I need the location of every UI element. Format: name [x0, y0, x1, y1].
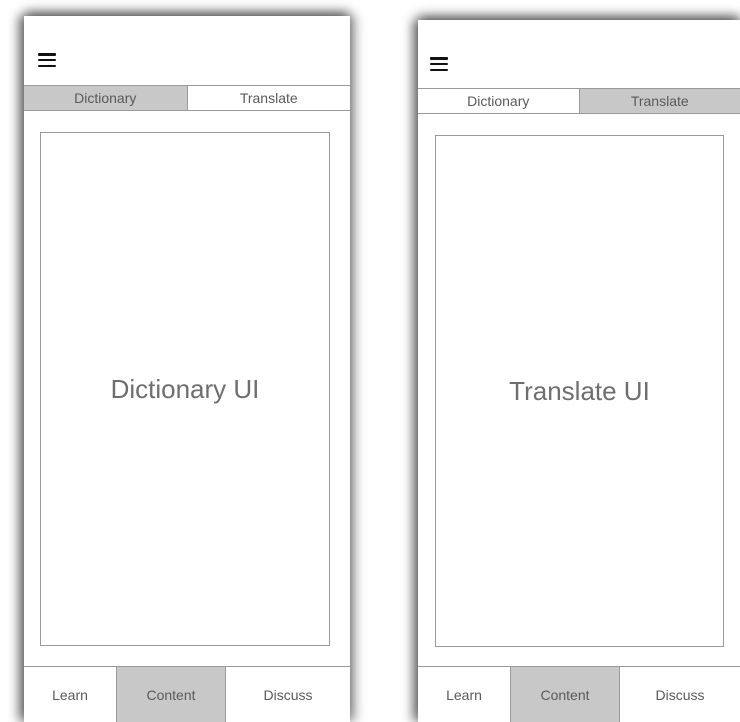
- hamburger-menu-icon[interactable]: [38, 53, 56, 67]
- phone-screen-dictionary: Dictionary Translate Dictionary UI Learn…: [24, 16, 350, 722]
- nav-content[interactable]: Content: [116, 667, 226, 722]
- bottom-nav-bar: Learn Content Discuss: [418, 666, 740, 722]
- nav-discuss[interactable]: Discuss: [620, 667, 740, 722]
- top-tab-bar: Dictionary Translate: [418, 88, 740, 114]
- dictionary-content-area: Dictionary UI: [40, 132, 330, 646]
- nav-content[interactable]: Content: [510, 667, 620, 722]
- tab-dictionary[interactable]: Dictionary: [24, 86, 187, 110]
- bottom-nav-bar: Learn Content Discuss: [24, 666, 350, 722]
- mockup-stage: Dictionary Translate Dictionary UI Learn…: [0, 0, 740, 722]
- tab-translate[interactable]: Translate: [578, 89, 740, 113]
- hamburger-menu-icon[interactable]: [430, 57, 448, 71]
- nav-learn[interactable]: Learn: [418, 667, 510, 722]
- nav-learn[interactable]: Learn: [24, 667, 116, 722]
- phone-screen-translate: Dictionary Translate Translate UI Learn …: [418, 20, 740, 722]
- tab-dictionary[interactable]: Dictionary: [418, 89, 579, 113]
- top-tab-bar: Dictionary Translate: [24, 85, 350, 111]
- nav-discuss[interactable]: Discuss: [226, 667, 350, 722]
- translate-content-area: Translate UI: [435, 135, 724, 647]
- tab-translate[interactable]: Translate: [186, 86, 351, 110]
